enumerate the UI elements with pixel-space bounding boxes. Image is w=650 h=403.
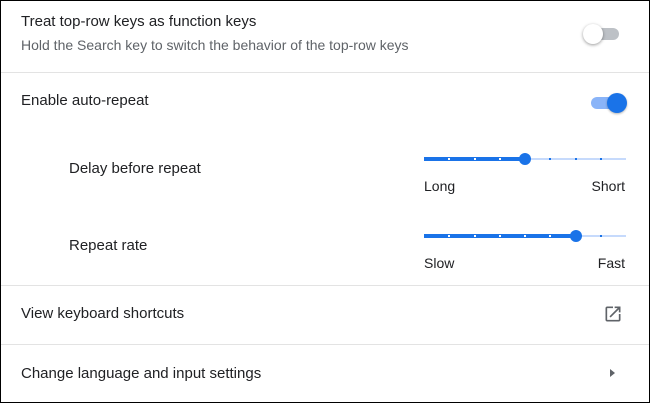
slider-tick	[575, 158, 577, 160]
keyboard-settings-panel: Treat top-row keys as function keys Hold…	[0, 0, 650, 403]
slider-thumb[interactable]	[570, 230, 582, 242]
slider-tick	[474, 235, 476, 237]
delay-before-repeat-label: Delay before repeat	[69, 160, 201, 177]
toggle-knob	[607, 93, 627, 113]
slider-tick	[499, 235, 501, 237]
auto-repeat-title: Enable auto-repeat	[21, 92, 149, 109]
language-input-row[interactable]: Change language and input settings	[1, 345, 649, 402]
auto-repeat-toggle[interactable]	[587, 92, 627, 113]
function-keys-title: Treat top-row keys as function keys	[21, 13, 257, 30]
repeat-rate-label: Repeat rate	[69, 237, 148, 254]
arrow-right-icon[interactable]	[607, 367, 617, 379]
rate-min-label: Slow	[424, 255, 455, 271]
toggle-knob	[583, 24, 603, 44]
slider-tick	[549, 158, 551, 160]
repeat-rate-slider[interactable]	[424, 226, 626, 246]
rate-max-label: Fast	[597, 255, 625, 271]
slider-tick	[524, 235, 526, 237]
delay-before-repeat-slider[interactable]	[424, 149, 626, 169]
function-keys-toggle[interactable]	[583, 23, 623, 44]
slider-thumb[interactable]	[519, 153, 531, 165]
function-keys-description: Hold the Search key to switch the behavi…	[21, 37, 409, 53]
slider-tick	[448, 235, 450, 237]
open-in-new-icon[interactable]	[603, 304, 623, 324]
slider-tick	[448, 158, 450, 160]
language-input-label: Change language and input settings	[21, 365, 262, 382]
function-keys-row[interactable]: Treat top-row keys as function keys Hold…	[1, 1, 649, 72]
slider-tick	[600, 158, 602, 160]
keyboard-shortcuts-label: View keyboard shortcuts	[21, 305, 185, 322]
auto-repeat-row[interactable]: Enable auto-repeat	[1, 73, 649, 131]
slider-tick	[549, 235, 551, 237]
slider-tick	[600, 235, 602, 237]
delay-max-label: Short	[591, 178, 625, 194]
slider-tick	[474, 158, 476, 160]
delay-min-label: Long	[424, 178, 456, 194]
keyboard-shortcuts-row[interactable]: View keyboard shortcuts	[1, 286, 649, 344]
slider-tick	[499, 158, 501, 160]
